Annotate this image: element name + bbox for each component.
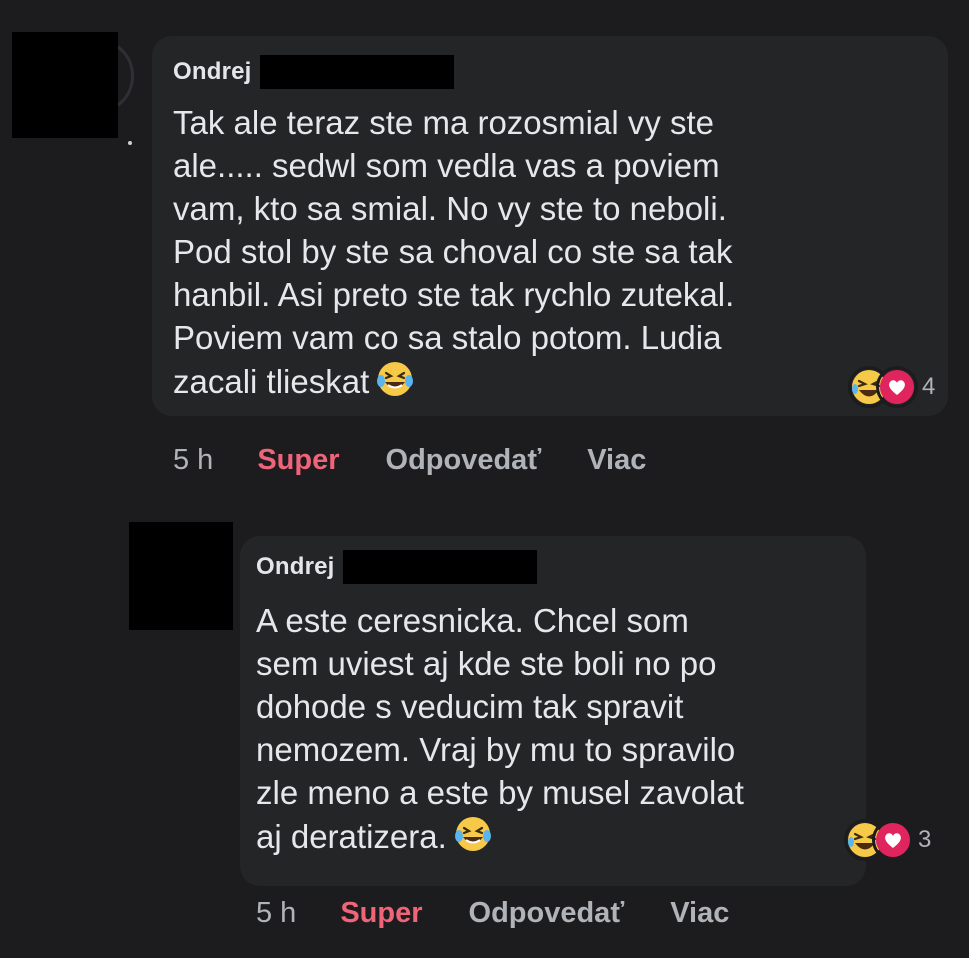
comment-text-body: A este ceresnicka. Chcel som sem uviest … — [256, 602, 744, 855]
author-surname-redaction — [342, 550, 537, 584]
comment-timestamp[interactable]: 5 h — [173, 444, 213, 477]
love-reaction-icon — [872, 819, 914, 861]
comment-author-name[interactable]: Ondrej — [173, 58, 252, 86]
love-reaction-icon — [876, 366, 918, 408]
comment-timestamp[interactable]: 5 h — [256, 897, 296, 930]
comment-2: Ondrej A este ceresnicka. Chcel som sem … — [0, 500, 969, 958]
avatar-redaction[interactable] — [12, 32, 118, 138]
reply-button[interactable]: Odpovedať — [469, 897, 625, 930]
comment-actions: 5 h Super Odpovedať Viac — [173, 444, 646, 477]
avatar-redaction[interactable] — [129, 522, 233, 630]
reaction-count: 4 — [922, 373, 936, 400]
comment-1: Ondrej Tak ale teraz ste ma rozosmial vy… — [0, 0, 969, 500]
laughing-emoji-icon — [375, 359, 415, 409]
reaction-count: 3 — [918, 826, 932, 853]
comment-text-body: Tak ale teraz ste ma rozosmial vy ste al… — [173, 104, 735, 400]
comment-author-row: Ondrej — [173, 55, 454, 89]
author-surname-redaction — [259, 55, 454, 89]
laughing-emoji-icon — [453, 814, 493, 864]
reaction-summary[interactable]: 3 — [844, 818, 931, 862]
reply-button[interactable]: Odpovedať — [386, 444, 542, 477]
more-button[interactable]: Viac — [587, 444, 646, 477]
more-button[interactable]: Viac — [670, 897, 729, 930]
comment-author-row: Ondrej — [256, 550, 537, 584]
comment-actions: 5 h Super Odpovedať Viac — [256, 897, 729, 930]
reaction-summary[interactable]: 4 — [848, 365, 935, 409]
like-button[interactable]: Super — [257, 444, 339, 477]
like-button[interactable]: Super — [340, 897, 422, 930]
comment-text: Tak ale teraz ste ma rozosmial vy ste al… — [173, 101, 873, 409]
comment-text: A este ceresnicka. Chcel som sem uviest … — [256, 599, 836, 864]
online-status-dot — [128, 141, 132, 145]
comment-author-name[interactable]: Ondrej — [256, 553, 335, 581]
